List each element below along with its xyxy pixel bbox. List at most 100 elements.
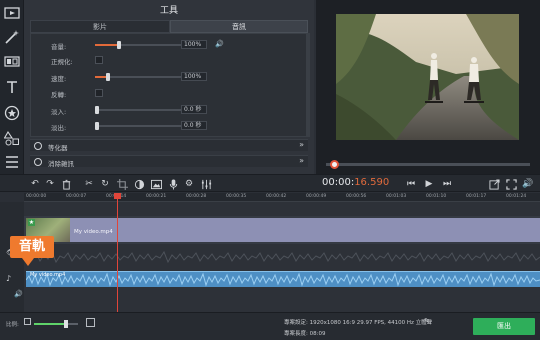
ruler-tick-label: 00:00:35 [226,194,247,199]
more-tools-icon[interactable] [2,152,22,172]
timeline-ruler[interactable]: 00:00:0000:00:0700:00:1400:00:2100:00:28… [24,193,540,202]
normalize-checkbox[interactable] [95,56,103,64]
tab-audio[interactable]: 音訊 [170,20,308,33]
import-icon[interactable] [2,3,22,23]
popout-icon[interactable] [488,178,500,190]
timeline-zoom-knob[interactable] [64,320,68,328]
audio-track-callout: 音軌 [10,236,54,258]
noise-removal-label: 消除雜訊 [48,160,74,168]
waveform-graphic [23,250,540,264]
tools-panel: 工具 影片 音訊 音量: 100% 🔊 正規化: 速度: 100% 反轉: 淡入… [24,0,314,174]
skip-forward-icon[interactable]: ⏭ [441,178,453,190]
playhead-handle[interactable] [114,193,121,199]
tab-video[interactable]: 影片 [30,20,170,33]
speed-slider-knob[interactable] [106,73,110,81]
image-icon[interactable] [150,178,162,190]
ruler-tick-label: 00:01:17 [466,194,487,199]
audio-clip-label: My video.mp4 [30,272,66,278]
ruler-tick-label: 00:00:49 [306,194,327,199]
noise-removal-radio[interactable] [34,158,42,166]
ruler-tick-label: 00:01:24 [506,194,527,199]
ruler-tick-label: 00:01:03 [386,194,407,199]
fade-out-slider-knob[interactable] [95,122,99,130]
fullscreen-icon[interactable] [505,178,517,190]
audio-settings: 音量: 100% 🔊 正規化: 速度: 100% 反轉: 淡入: 0.0 秒 淡… [30,33,308,137]
ruler-tick-label: 00:00:21 [146,194,167,199]
redo-icon[interactable]: ↷ [44,178,56,190]
shapes-icon[interactable] [2,128,22,148]
microphone-icon[interactable] [167,178,179,190]
speed-label: 速度: [51,75,67,83]
stickers-icon[interactable] [2,103,22,123]
clip-star-icon[interactable]: ★ [28,219,35,226]
volume-slider-fill [95,44,117,46]
undo-icon[interactable]: ↶ [29,178,41,190]
panel-title: 工具 [159,6,178,16]
fade-in-slider-knob[interactable] [95,106,99,114]
expand-chevron-icon[interactable]: » [299,156,304,165]
speed-value[interactable]: 100% [181,72,207,81]
audio-clip[interactable] [25,271,540,287]
volume-label: 音量: [51,43,67,51]
magic-wand-icon[interactable] [2,27,22,47]
volume-icon[interactable]: 🔊 [522,178,534,190]
scale-label: 比例: [6,322,19,328]
edit-pencil-icon[interactable]: ✎ [424,317,430,325]
video-clip-label: My video.mp4 [74,229,113,235]
transitions-icon[interactable] [2,51,22,71]
timecode-display: 00:00:16.590 [322,177,389,188]
timeline-zoom-fill [34,323,66,325]
play-icon[interactable]: ▶ [423,178,435,190]
cut-icon[interactable]: ✂ [83,178,95,190]
color-adjust-icon[interactable] [133,178,145,190]
audio-track-note-icon[interactable]: ♪ [6,274,11,283]
noise-removal-row[interactable]: 消除雜訊 » [30,155,308,168]
preview-seek-knob[interactable] [330,160,339,169]
crop-icon[interactable] [116,178,128,190]
left-toolbar [0,0,24,174]
timecode-main: 00:00: [322,177,355,188]
ruler-tick-label: 00:00:28 [186,194,207,199]
preview-area [316,0,540,174]
zoom-in-icon[interactable] [86,318,95,327]
audio-track-speaker-icon[interactable]: 🔊 [14,290,23,298]
skip-back-icon[interactable]: ⏮ [405,178,417,190]
fade-out-label: 淡出: [51,124,67,132]
fade-in-value[interactable]: 0.0 秒 [181,105,207,114]
ruler-tick-label: 00:00:07 [66,194,87,199]
playhead-line[interactable] [117,193,118,312]
ruler-tick-label: 00:01:10 [426,194,447,199]
ruler-tick-label: 00:00:00 [26,194,47,199]
reverse-checkbox[interactable] [95,89,103,97]
ruler-tick-label: 00:00:42 [266,194,287,199]
normalize-label: 正規化: [51,58,73,66]
expand-chevron-icon[interactable]: » [299,140,304,149]
equalizer-radio[interactable] [34,142,42,150]
reverse-label: 反轉: [51,91,67,99]
equalizer-label: 等化器 [48,144,68,152]
bottom-bar: 比例: 專案設定: 1920x1080 16:9 29.97 FPS, 4410… [0,312,540,340]
timecode-milliseconds: 16.590 [354,177,390,188]
delete-icon[interactable] [60,178,72,190]
equalizer-row[interactable]: 等化器 » [30,139,308,152]
rotate-icon[interactable]: ↻ [99,178,111,190]
edit-toolbar: ↶ ↷ ✂ ↻ ⚙ 00:00:16.590 ⏮ ▶ ⏭ 🔊 [0,174,540,192]
project-settings: 專案設定: 1920x1080 16:9 29.97 FPS, 44100 Hz… [284,320,433,326]
export-button[interactable]: 匯出 [473,318,535,335]
fade-out-value[interactable]: 0.0 秒 [181,121,207,130]
volume-slider-knob[interactable] [117,41,121,49]
titles-icon[interactable] [2,77,22,97]
panel-scrollbar[interactable] [306,33,310,137]
speed-slider-fill [95,76,106,78]
fade-in-label: 淡入: [51,108,67,116]
audio-clip-waveform [25,272,540,287]
video-preview-image [336,14,519,140]
zoom-out-icon[interactable] [24,318,31,325]
settings-gear-icon[interactable]: ⚙ [183,178,195,190]
audio-waveform-preview [23,244,540,270]
volume-value[interactable]: 100% [181,40,207,49]
speaker-icon[interactable]: 🔊 [215,40,224,48]
project-length: 專案長度: 08:09 [284,331,326,337]
preview-seek-bar[interactable] [326,163,530,166]
audio-equalizer-icon[interactable] [200,178,212,190]
